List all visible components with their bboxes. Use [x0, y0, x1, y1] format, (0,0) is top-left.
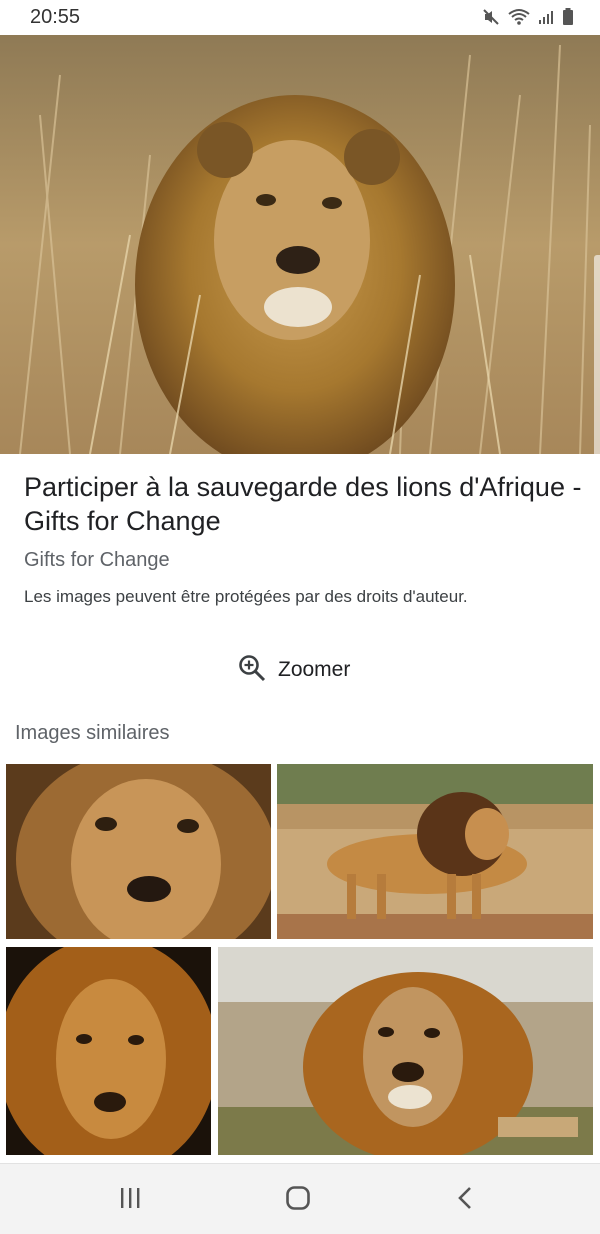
similar-image-4[interactable] — [218, 947, 593, 1155]
recent-apps-icon — [118, 1186, 142, 1215]
zoom-in-icon — [238, 654, 266, 687]
wifi-icon — [508, 8, 530, 31]
signal-icon — [538, 9, 554, 30]
scroll-handle[interactable] — [594, 255, 600, 454]
main-image[interactable] — [0, 35, 600, 454]
status-time: 20:55 — [30, 6, 81, 28]
status-icons — [482, 8, 574, 31]
similar-image-2[interactable] — [277, 764, 593, 939]
status-bar: 20:55 — [0, 0, 600, 35]
similar-images-heading: Images similaires — [15, 722, 170, 744]
home-button[interactable] — [278, 1182, 318, 1218]
image-source[interactable]: Gifts for Change — [24, 549, 170, 572]
back-chevron-icon — [456, 1186, 476, 1215]
zoom-label: Zoomer — [278, 658, 351, 681]
back-button[interactable] — [446, 1182, 486, 1218]
zoom-button[interactable]: Zoomer — [238, 650, 350, 690]
copyright-notice: Les images peuvent être protégées par de… — [24, 587, 468, 606]
recent-apps-button[interactable] — [110, 1182, 150, 1218]
similar-image-1[interactable] — [6, 764, 271, 939]
home-icon — [285, 1185, 311, 1216]
battery-icon — [562, 8, 574, 31]
similar-image-3[interactable] — [6, 947, 211, 1155]
mute-icon — [482, 8, 500, 31]
image-title[interactable]: Participer à la sauvegarde des lions d'A… — [24, 470, 584, 538]
navigation-bar — [0, 1163, 600, 1234]
